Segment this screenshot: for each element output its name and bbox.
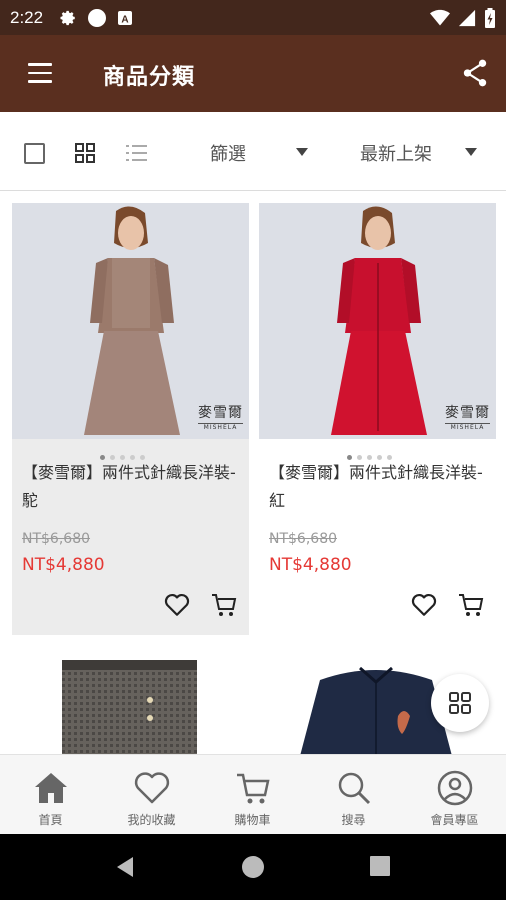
product-card[interactable]: 麥雪爾 MISHELA 【麥雪爾】兩件式針織長洋裝-駝 NT$6,680 NT$… bbox=[12, 203, 249, 635]
product-name[interactable]: 【麥雪爾】兩件式針織長洋裝-駝 bbox=[22, 459, 244, 515]
grid-view-icon[interactable] bbox=[75, 143, 95, 163]
home-icon bbox=[35, 773, 67, 803]
heart-icon bbox=[134, 772, 170, 804]
original-price: NT$6,680 bbox=[22, 531, 91, 547]
page-title: 商品分類 bbox=[103, 65, 196, 90]
battery-icon bbox=[485, 8, 495, 28]
product-image[interactable]: 麥雪爾 MISHELA bbox=[12, 203, 249, 439]
select-all-checkbox[interactable] bbox=[24, 143, 45, 164]
product-card[interactable]: 麥雪爾 MISHELA 【麥雪爾】兩件式針織長洋裝-紅 NT$6,680 NT$… bbox=[259, 203, 496, 635]
sort-chevron-down-icon[interactable] bbox=[465, 148, 477, 156]
nav-favorites[interactable]: 我的收藏 bbox=[101, 755, 202, 835]
settings-gear-icon bbox=[60, 10, 75, 25]
share-icon[interactable] bbox=[462, 59, 488, 87]
menu-icon[interactable] bbox=[28, 63, 52, 83]
app-bar: 商品分類 bbox=[0, 35, 506, 112]
category-grid-fab[interactable] bbox=[431, 674, 489, 732]
product-image[interactable]: 麥雪爾 MISHELA bbox=[259, 203, 496, 439]
filter-chevron-down-icon[interactable] bbox=[296, 148, 308, 156]
a-notification-icon: A bbox=[118, 10, 133, 25]
sale-price: NT$4,880 bbox=[269, 555, 352, 575]
bottom-nav: 首頁 我的收藏 購物車 搜尋 會員專區 bbox=[0, 754, 506, 835]
cart-icon bbox=[237, 773, 270, 804]
favorite-heart-icon[interactable] bbox=[164, 593, 190, 617]
system-nav-bar bbox=[0, 834, 506, 900]
nav-account[interactable]: 會員專區 bbox=[404, 755, 505, 835]
status-bar: 2:22 A bbox=[0, 0, 506, 35]
status-time: 2:22 bbox=[10, 7, 44, 27]
product-image[interactable] bbox=[62, 660, 197, 756]
brand-logo: 麥雪爾 MISHELA bbox=[445, 405, 490, 431]
back-icon[interactable] bbox=[113, 855, 137, 879]
filter-dropdown-label[interactable]: 篩選 bbox=[210, 140, 246, 166]
product-image[interactable] bbox=[300, 660, 452, 756]
svg-text:A: A bbox=[121, 14, 128, 25]
recents-icon[interactable] bbox=[369, 855, 391, 877]
nav-search[interactable]: 搜尋 bbox=[303, 755, 404, 835]
sort-dropdown-label[interactable]: 最新上架 bbox=[360, 140, 432, 166]
grid-menu-icon bbox=[449, 692, 471, 714]
list-view-icon[interactable] bbox=[126, 143, 148, 163]
original-price: NT$6,680 bbox=[269, 531, 338, 547]
home-circle-icon[interactable] bbox=[241, 855, 265, 879]
sale-price: NT$4,880 bbox=[22, 555, 105, 575]
add-to-cart-icon[interactable] bbox=[458, 593, 484, 617]
nav-home[interactable]: 首頁 bbox=[0, 755, 101, 835]
filter-toolbar: 篩選 最新上架 bbox=[0, 112, 506, 191]
nav-cart[interactable]: 購物車 bbox=[202, 755, 303, 835]
favorite-heart-icon[interactable] bbox=[411, 593, 437, 617]
search-icon bbox=[338, 772, 371, 805]
circle-notification-icon bbox=[88, 8, 107, 27]
product-name[interactable]: 【麥雪爾】兩件式針織長洋裝-紅 bbox=[269, 459, 491, 515]
wifi-icon bbox=[430, 9, 450, 26]
add-to-cart-icon[interactable] bbox=[211, 593, 237, 617]
brand-logo: 麥雪爾 MISHELA bbox=[198, 405, 243, 431]
signal-icon bbox=[458, 9, 476, 27]
account-icon bbox=[437, 770, 473, 806]
